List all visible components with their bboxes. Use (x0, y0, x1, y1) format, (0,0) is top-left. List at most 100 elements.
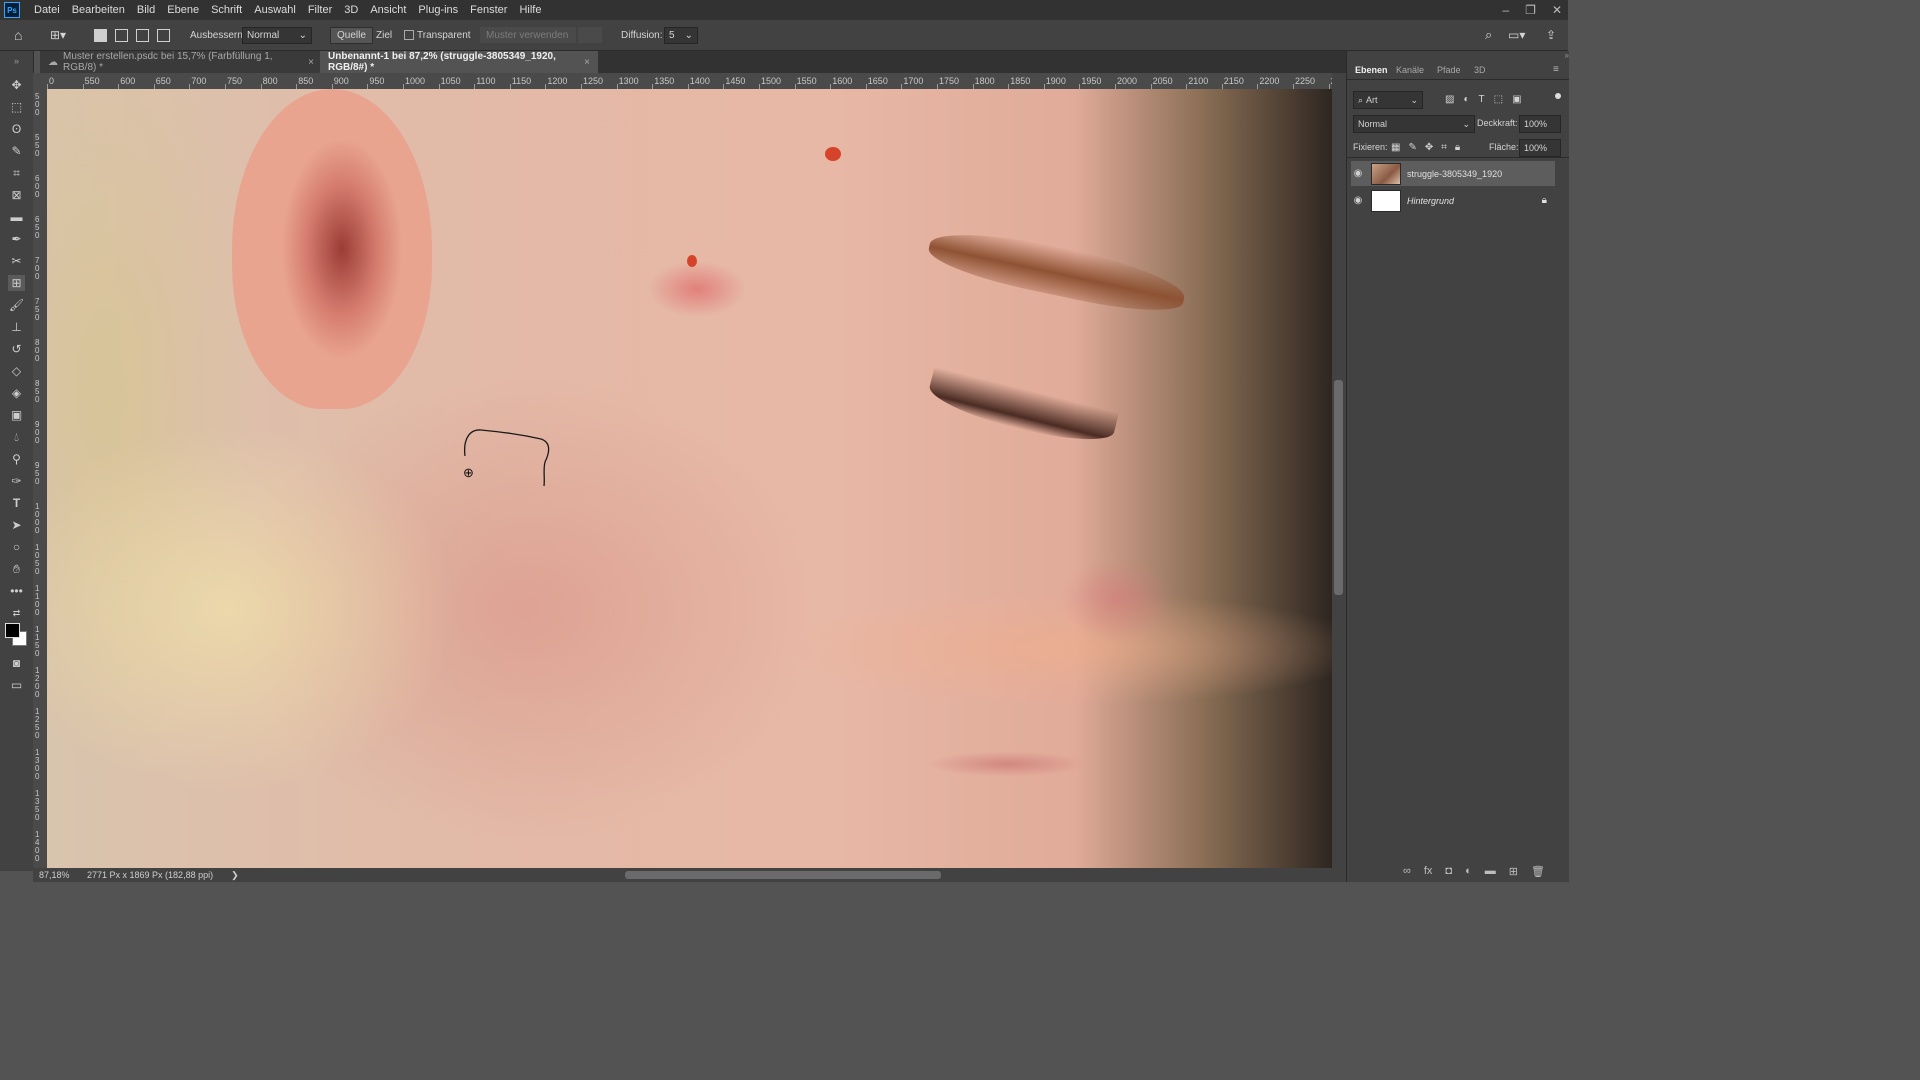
document-canvas[interactable]: ⊕ (47, 89, 1332, 868)
lock-all-icon[interactable]: 🔒︎ (1455, 142, 1460, 153)
ziel-button[interactable]: Ziel (376, 27, 392, 43)
marquee-tool-icon[interactable]: ⬚ (8, 99, 25, 115)
move-tool-icon[interactable]: ✥ (8, 77, 25, 93)
layer-filter-select[interactable]: ⌕ Art ⌄ (1353, 91, 1423, 109)
muster-verwenden-button[interactable]: Muster verwenden (480, 27, 576, 43)
delete-layer-icon[interactable]: 🗑︎ (1531, 865, 1545, 878)
menu-ebene[interactable]: Ebene (161, 4, 205, 16)
lock-pixels-icon[interactable]: ✎ (1408, 142, 1416, 153)
pattern-picker[interactable] (578, 27, 602, 43)
fill-input[interactable]: 100% (1519, 139, 1561, 157)
subtract-selection-icon[interactable] (136, 28, 149, 42)
foreground-color-swatch[interactable] (5, 623, 20, 638)
dodge-tool-icon[interactable]: ⚲ (8, 451, 25, 467)
vertical-scroll-thumb[interactable] (1334, 380, 1343, 595)
blur-tool-icon[interactable]: 💧︎ (8, 429, 25, 445)
new-layer-icon[interactable]: ⊞ (1509, 865, 1518, 878)
more-tools-icon[interactable]: ••• (8, 583, 25, 599)
tab-kanaele[interactable]: Kanäle (1396, 65, 1424, 75)
menu-plugins[interactable]: Plug-ins (412, 4, 464, 16)
horizontal-ruler[interactable]: 0 550 600 650 700 750 800 850 900 950 1000 1050 1100… (47, 73, 1332, 90)
lasso-tool-icon[interactable]: ʘ (8, 121, 25, 137)
gradient-tool-icon[interactable]: ▣ (8, 407, 25, 423)
workspace-icon[interactable]: ▭▾ (1508, 27, 1525, 43)
quick-selection-tool-icon[interactable]: ✎ (8, 143, 25, 159)
visibility-eye-icon[interactable]: ◉ (1351, 195, 1365, 206)
type-filter-icon[interactable]: T (1479, 94, 1485, 105)
pixel-filter-icon[interactable]: ▨ (1445, 94, 1454, 105)
pen-tool-icon[interactable]: ✑ (8, 473, 25, 489)
minimize-button[interactable]: – (1502, 3, 1509, 17)
swap-colors-icon[interactable]: ⇄ (8, 605, 25, 621)
intersect-selection-icon[interactable] (157, 28, 170, 42)
patch-tool-icon[interactable]: ⊞ (8, 275, 25, 291)
vertical-ruler[interactable]: 500 550 600 650 700 750 800 850 900 950 1000 1050 11… (33, 89, 48, 868)
home-icon[interactable]: ⌂ (14, 27, 22, 43)
menu-fenster[interactable]: Fenster (464, 4, 513, 16)
quick-mask-icon[interactable]: ◙ (8, 655, 25, 671)
lock-position-icon[interactable]: ✥ (1425, 142, 1433, 153)
filter-toggle-icon[interactable] (1555, 93, 1561, 99)
menu-filter[interactable]: Filter (302, 4, 338, 16)
menu-3d[interactable]: 3D (338, 4, 364, 16)
menu-auswahl[interactable]: Auswahl (248, 4, 302, 16)
close-button[interactable]: ✕ (1552, 3, 1562, 17)
layer-struggle[interactable]: ◉ struggle-3805349_1920 (1351, 161, 1555, 186)
close-icon[interactable]: × (308, 57, 314, 68)
menu-ansicht[interactable]: Ansicht (364, 4, 412, 16)
status-menu-arrow[interactable]: ❯ (231, 870, 239, 881)
link-layers-icon[interactable]: ∞ (1403, 865, 1411, 878)
eyedropper-tool-icon[interactable]: ✒ (8, 231, 25, 247)
ausbessern-select[interactable]: Normal ⌄ (242, 27, 312, 44)
visibility-eye-icon[interactable]: ◉ (1351, 168, 1365, 179)
crop-tool-icon[interactable]: ⌗ (8, 165, 25, 181)
close-icon[interactable]: × (584, 57, 590, 68)
lock-artboard-icon[interactable]: ⌗ (1441, 142, 1447, 153)
zoom-level[interactable]: 87,18% (39, 870, 85, 880)
tab-3d[interactable]: 3D (1474, 65, 1486, 75)
add-mask-icon[interactable]: ◘ (1445, 865, 1452, 878)
content-aware-move-icon[interactable]: ✂ (8, 253, 25, 269)
horizontal-scroll-thumb[interactable] (625, 871, 941, 879)
ruler-tool-icon[interactable]: ▬ (8, 209, 25, 225)
transparent-checkbox[interactable]: Transparent (404, 27, 471, 43)
lock-transparency-icon[interactable]: ▦ (1391, 142, 1400, 153)
share-icon[interactable]: ⇪ (1546, 27, 1556, 43)
history-brush-tool-icon[interactable]: ↺ (8, 341, 25, 357)
hand-tool-icon[interactable]: ✋︎ (8, 561, 25, 577)
blend-mode-select[interactable]: Normal ⌄ (1353, 115, 1475, 133)
panel-menu-icon[interactable]: ≡ (1553, 64, 1559, 75)
opacity-input[interactable]: 100% (1519, 115, 1561, 133)
eraser-tool-icon[interactable]: ◇ (8, 363, 25, 379)
clone-stamp-tool-icon[interactable]: ⊥ (8, 319, 25, 335)
type-tool-icon[interactable]: T (8, 495, 25, 511)
tab-pfade[interactable]: Pfade (1437, 65, 1461, 75)
new-selection-icon[interactable] (94, 28, 107, 42)
frame-tool-icon[interactable]: ⊠ (8, 187, 25, 203)
search-icon[interactable]: ⌕ (1485, 27, 1492, 43)
layer-style-icon[interactable]: fx (1424, 865, 1433, 878)
path-selection-tool-icon[interactable]: ➤ (8, 517, 25, 533)
menu-hilfe[interactable]: Hilfe (513, 4, 547, 16)
diffusion-input[interactable]: 5 ⌄ (664, 27, 698, 44)
restore-button[interactable]: ❐ (1525, 3, 1536, 17)
tab-ebenen[interactable]: Ebenen (1355, 65, 1388, 75)
patch-tool-preset-icon[interactable]: ⊞▾ (50, 27, 66, 43)
add-selection-icon[interactable] (115, 28, 128, 42)
brush-tool-icon[interactable]: 🖌︎ (8, 297, 25, 313)
adjustment-filter-icon[interactable]: ◐ (1463, 94, 1469, 105)
adjustment-layer-icon[interactable]: ◐ (1465, 865, 1472, 878)
panel-collapse-icon[interactable]: » (1347, 51, 1569, 60)
ellipse-tool-icon[interactable]: ○ (8, 539, 25, 555)
smart-object-filter-icon[interactable]: ▣ (1512, 94, 1521, 105)
menu-datei[interactable]: Datei (28, 4, 66, 16)
tab-muster-erstellen[interactable]: ☁ Muster erstellen.psdc bei 15,7% (Farbf… (40, 51, 322, 73)
screen-mode-icon[interactable]: ▭ (8, 677, 25, 693)
tab-unbenannt-1[interactable]: Unbenannt-1 bei 87,2% (struggle-3805349_… (320, 51, 598, 73)
menu-bild[interactable]: Bild (131, 4, 161, 16)
shape-filter-icon[interactable]: ⬚ (1494, 94, 1503, 105)
group-icon[interactable]: ▬ (1485, 865, 1496, 878)
menu-schrift[interactable]: Schrift (205, 4, 248, 16)
paint-bucket-tool-icon[interactable]: ◈ (8, 385, 25, 401)
menu-bearbeiten[interactable]: Bearbeiten (66, 4, 131, 16)
